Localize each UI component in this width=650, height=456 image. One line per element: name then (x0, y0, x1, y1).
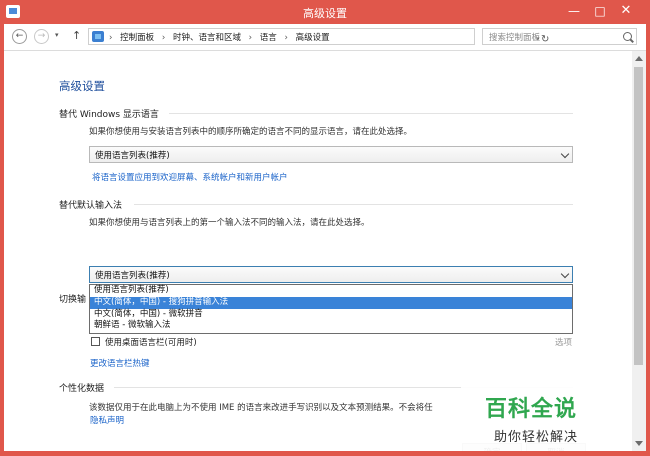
window-title: 高级设置 (303, 7, 347, 20)
change-hotkeys-link[interactable]: 更改语言栏热键 (90, 357, 150, 369)
breadcrumb-language[interactable]: 语言 (260, 33, 277, 43)
section-divider (169, 113, 573, 114)
display-language-combobox[interactable]: 使用语言列表(推荐) (89, 146, 573, 163)
breadcrumb-separator: › (161, 33, 166, 43)
watermark-logo: 百科全说 助你轻松解决 (461, 387, 632, 451)
breadcrumb-separator: › (248, 33, 253, 43)
language-bar-options-link[interactable]: 选项 (555, 336, 572, 348)
input-method-description: 如果你想使用与语言列表上的第一个输入法不同的输入法，请在此处选择。 (89, 218, 370, 228)
privacy-statement-link[interactable]: 隐私声明 (90, 414, 124, 426)
desktop-language-bar-checkbox[interactable] (91, 337, 100, 346)
up-button[interactable]: ↑ (72, 29, 81, 42)
desktop-language-bar-label[interactable]: 使用桌面语言栏(可用时) (105, 336, 197, 348)
page-title: 高级设置 (59, 79, 105, 93)
breadcrumb: › 控制面板 › 时钟、语言和区域 › 语言 › 高级设置 (109, 31, 330, 43)
title-bar[interactable]: 高级设置 — □ ✕ (0, 0, 650, 24)
forward-button[interactable]: → (34, 29, 49, 44)
dropdown-option[interactable]: 朝鲜语 - 微软输入法 (90, 320, 572, 332)
close-button[interactable]: ✕ (614, 2, 638, 20)
section-heading-display-language: 替代 Windows 显示语言 (59, 110, 159, 120)
scrollbar-thumb[interactable] (634, 67, 643, 365)
section-divider (134, 204, 573, 205)
dropdown-option[interactable]: 使用语言列表(推荐) (90, 285, 572, 297)
chevron-down-icon (560, 149, 570, 159)
display-language-selected: 使用语言列表(推荐) (95, 151, 170, 161)
vertical-scrollbar[interactable] (632, 51, 646, 451)
breadcrumb-advanced-settings[interactable]: 高级设置 (296, 33, 330, 43)
control-panel-icon (92, 31, 104, 42)
search-box[interactable]: 搜索控制面板 (482, 28, 637, 45)
dropdown-option[interactable]: 中文(简体，中国) - 微软拼音 (90, 309, 572, 321)
input-method-combobox[interactable]: 使用语言列表(推荐) (89, 266, 573, 283)
address-bar[interactable]: › 控制面板 › 时钟、语言和区域 › 语言 › 高级设置 ▾ ↻ (88, 28, 549, 45)
navigation-bar: ← → ▾ ↑ › 控制面板 › 时钟、语言和区域 › 语言 › 高级设置 ▾ … (4, 24, 646, 51)
display-language-description: 如果你想使用与安装语言列表中的顺序所确定的语言不同的显示语言，请在此处选择。 (89, 127, 413, 137)
section-heading-input-method: 替代默认输入法 (59, 201, 123, 211)
input-method-selected: 使用语言列表(推荐) (95, 271, 170, 281)
section-heading-switch-input: 切换输 (59, 295, 87, 305)
apply-to-welcome-screen-link[interactable]: 将语言设置应用到欢迎屏幕、系统帐户和新用户帐户 (92, 171, 288, 183)
breadcrumb-separator: › (109, 33, 113, 43)
minimize-button[interactable]: — (562, 2, 586, 20)
search-icon[interactable] (623, 32, 632, 41)
maximize-button[interactable]: □ (588, 2, 612, 20)
window-content: ← → ▾ ↑ › 控制面板 › 时钟、语言和区域 › 语言 › 高级设置 ▾ … (4, 24, 646, 451)
back-button[interactable]: ← (12, 29, 27, 44)
watermark-title: 百科全说 (485, 397, 578, 422)
window: 高级设置 — □ ✕ ← → ▾ ↑ › 控制面板 › 时钟、语言和区域 › 语… (0, 0, 650, 456)
chevron-down-icon (560, 269, 570, 279)
breadcrumb-control-panel[interactable]: 控制面板 (120, 33, 154, 43)
personalization-description: 该数据仅用于在此电脑上为不使用 IME 的语言来改进手写识别以及文本预测结果。不… (89, 403, 433, 413)
dropdown-option-highlighted[interactable]: 中文(简体，中国) - 搜狗拼音输入法 (90, 296, 572, 309)
breadcrumb-separator: › (284, 33, 288, 43)
scroll-up-arrow-icon[interactable] (635, 56, 643, 61)
section-heading-personalization: 个性化数据 (59, 384, 105, 394)
recent-locations-chevron-icon[interactable]: ▾ (55, 31, 59, 39)
input-method-dropdown-list: 使用语言列表(推荐) 中文(简体，中国) - 搜狗拼音输入法 中文(简体，中国)… (89, 284, 573, 334)
search-input[interactable]: 搜索控制面板 (489, 31, 540, 43)
breadcrumb-clock-language-region[interactable]: 时钟、语言和区域 (173, 33, 241, 43)
watermark-subtitle: 助你轻松解决 (494, 430, 579, 445)
scroll-down-arrow-icon[interactable] (635, 441, 643, 446)
